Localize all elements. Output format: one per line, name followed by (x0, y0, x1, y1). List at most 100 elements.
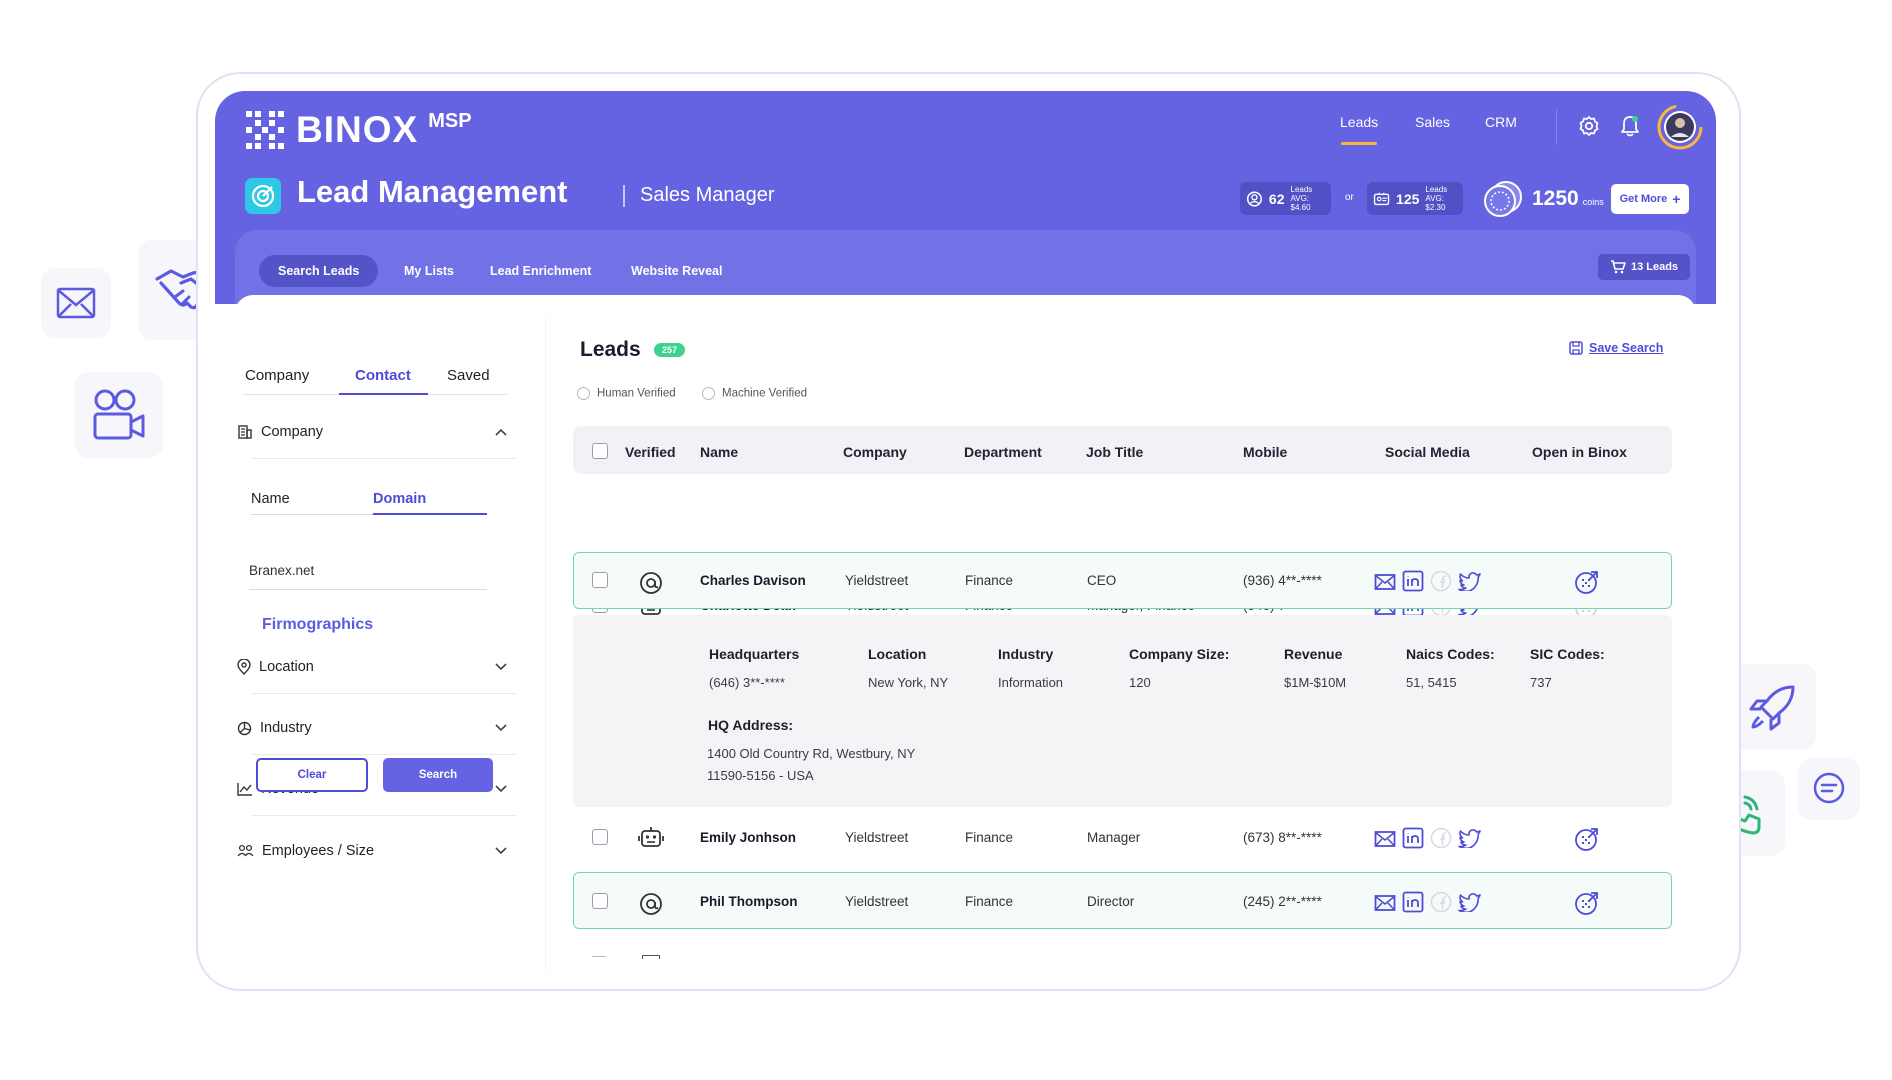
lead-name[interactable]: Charles Davison (700, 573, 806, 588)
robot-icon (638, 827, 664, 847)
lead-name[interactable]: Phil Thompson (700, 894, 798, 909)
col-open-in-binox[interactable]: Open in Binox (1532, 444, 1627, 460)
domain-input[interactable]: Branex.net (249, 563, 314, 578)
detail-label: Revenue (1284, 646, 1343, 662)
gear-icon (1579, 116, 1599, 136)
detail-label: Headquarters (709, 646, 800, 662)
twitter-icon[interactable] (1458, 571, 1482, 591)
col-mobile[interactable]: Mobile (1243, 444, 1287, 460)
at-sign-icon (640, 893, 662, 915)
save-search-link[interactable]: Save Search (1569, 341, 1663, 355)
open-in-binox-icon[interactable] (1574, 890, 1600, 916)
chevron-down-icon (495, 785, 507, 793)
select-all-checkbox[interactable] (592, 443, 608, 459)
nav-crm[interactable]: CRM (1485, 114, 1517, 130)
row-checkbox[interactable] (592, 893, 608, 909)
save-icon (1569, 341, 1583, 355)
company-divider (252, 458, 516, 459)
lead-company: Yieldstreet (845, 573, 909, 588)
tab-my-lists[interactable]: My Lists (385, 255, 473, 287)
tab-lead-enrichment[interactable]: Lead Enrichment (471, 255, 610, 287)
company-subtab-indicator (373, 513, 487, 515)
filter-employees[interactable]: Employees / Size (237, 843, 507, 859)
col-name[interactable]: Name (700, 444, 738, 460)
filter-location[interactable]: Location (237, 659, 507, 675)
facebook-icon[interactable] (1430, 891, 1452, 913)
settings-button[interactable] (1578, 115, 1600, 137)
detail-value: 120 (1129, 675, 1151, 690)
page-icon (245, 178, 281, 214)
email-icon[interactable] (1374, 571, 1396, 591)
human-verified-label: Human Verified (597, 387, 676, 400)
cart-label: 13 Leads (1630, 261, 1679, 273)
sidebar-tab-indicator (339, 393, 428, 395)
chevron-up-icon (495, 428, 507, 436)
lead-name[interactable]: Emily Jonhson (700, 830, 796, 845)
email-icon[interactable] (1374, 892, 1396, 912)
clear-button[interactable]: Clear (256, 758, 368, 792)
radio-circle (577, 387, 590, 400)
video-tile (75, 372, 163, 458)
notifications-button[interactable] (1620, 115, 1640, 137)
twitter-icon[interactable] (1458, 828, 1482, 848)
col-department[interactable]: Department (964, 444, 1042, 460)
leads-125-pack[interactable]: 125 Leads AVG: $2.30 (1367, 182, 1463, 215)
detail-label: Company Size: (1129, 646, 1230, 662)
get-more-button[interactable]: Get More + (1611, 184, 1689, 214)
cart-button[interactable]: 13 Leads (1598, 254, 1690, 280)
chevron-down-icon (495, 724, 507, 732)
linkedin-icon[interactable] (1402, 891, 1424, 913)
human-verified-radio[interactable]: Human Verified (577, 387, 676, 400)
chat-icon (1813, 772, 1845, 804)
col-verified[interactable]: Verified (625, 444, 676, 460)
search-button[interactable]: Search (383, 758, 493, 792)
domain-input-underline (249, 589, 487, 590)
col-job-title[interactable]: Job Title (1086, 444, 1143, 460)
avatar-icon (1657, 104, 1703, 150)
lead-mobile: (673) 8**-**** (1243, 830, 1322, 845)
sidebar-tab-contact[interactable]: Contact (355, 367, 411, 384)
user-avatar[interactable] (1656, 103, 1704, 151)
lead-company: Yieldstreet (845, 894, 909, 909)
social-links (1374, 570, 1482, 592)
linkedin-icon[interactable] (1402, 570, 1424, 592)
lead-department: Finance (965, 573, 1014, 588)
row-checkbox[interactable] (592, 829, 608, 845)
leads-125-avg: AVG: $2.30 (1425, 194, 1446, 212)
leads-125-count: 125 (1396, 190, 1420, 207)
company-subtab-domain[interactable]: Domain (373, 491, 426, 507)
nav-leads[interactable]: Leads (1340, 114, 1378, 130)
tab-search-leads[interactable]: Search Leads (259, 255, 379, 287)
facebook-icon[interactable] (1430, 570, 1452, 592)
tab-website-reveal[interactable]: Website Reveal (612, 255, 741, 287)
leads-count-badge: 257 (654, 343, 686, 357)
detail-value: $1M-$10M (1284, 675, 1347, 690)
row-checkbox[interactable] (592, 572, 608, 588)
sidebar-tab-company[interactable]: Company (245, 367, 309, 384)
facebook-icon[interactable] (1430, 827, 1452, 849)
company-subtab-name[interactable]: Name (251, 491, 290, 507)
col-company[interactable]: Company (843, 444, 907, 460)
company-section-header[interactable]: Company (237, 424, 507, 440)
nav-sales[interactable]: Sales (1415, 114, 1450, 130)
email-icon[interactable] (1374, 828, 1396, 848)
bell-icon (1621, 116, 1639, 137)
detail-value: Information (998, 675, 1064, 690)
linkedin-icon[interactable] (1402, 827, 1424, 849)
brand-logo[interactable]: BINOX MSP (244, 109, 472, 151)
coins-balance: 1250 coins (1482, 179, 1604, 219)
hq-address-line2: 11590-5156 - USA (707, 768, 814, 783)
open-in-binox-icon[interactable] (1574, 569, 1600, 595)
machine-verified-radio[interactable]: Machine Verified (702, 387, 807, 400)
cart-icon (1610, 260, 1626, 274)
coins-count: 1250 (1532, 187, 1579, 210)
leads-62-pack[interactable]: 62 Leads AVG: $4.60 (1240, 182, 1331, 215)
revenue-divider (252, 815, 516, 816)
open-in-binox-icon[interactable] (1574, 826, 1600, 852)
twitter-icon[interactable] (1458, 892, 1482, 912)
social-links (1374, 827, 1482, 849)
filter-industry[interactable]: Industry (237, 720, 507, 736)
col-social-media[interactable]: Social Media (1385, 444, 1470, 460)
sidebar-tab-saved[interactable]: Saved (447, 367, 490, 384)
at-sign-icon (640, 572, 662, 594)
